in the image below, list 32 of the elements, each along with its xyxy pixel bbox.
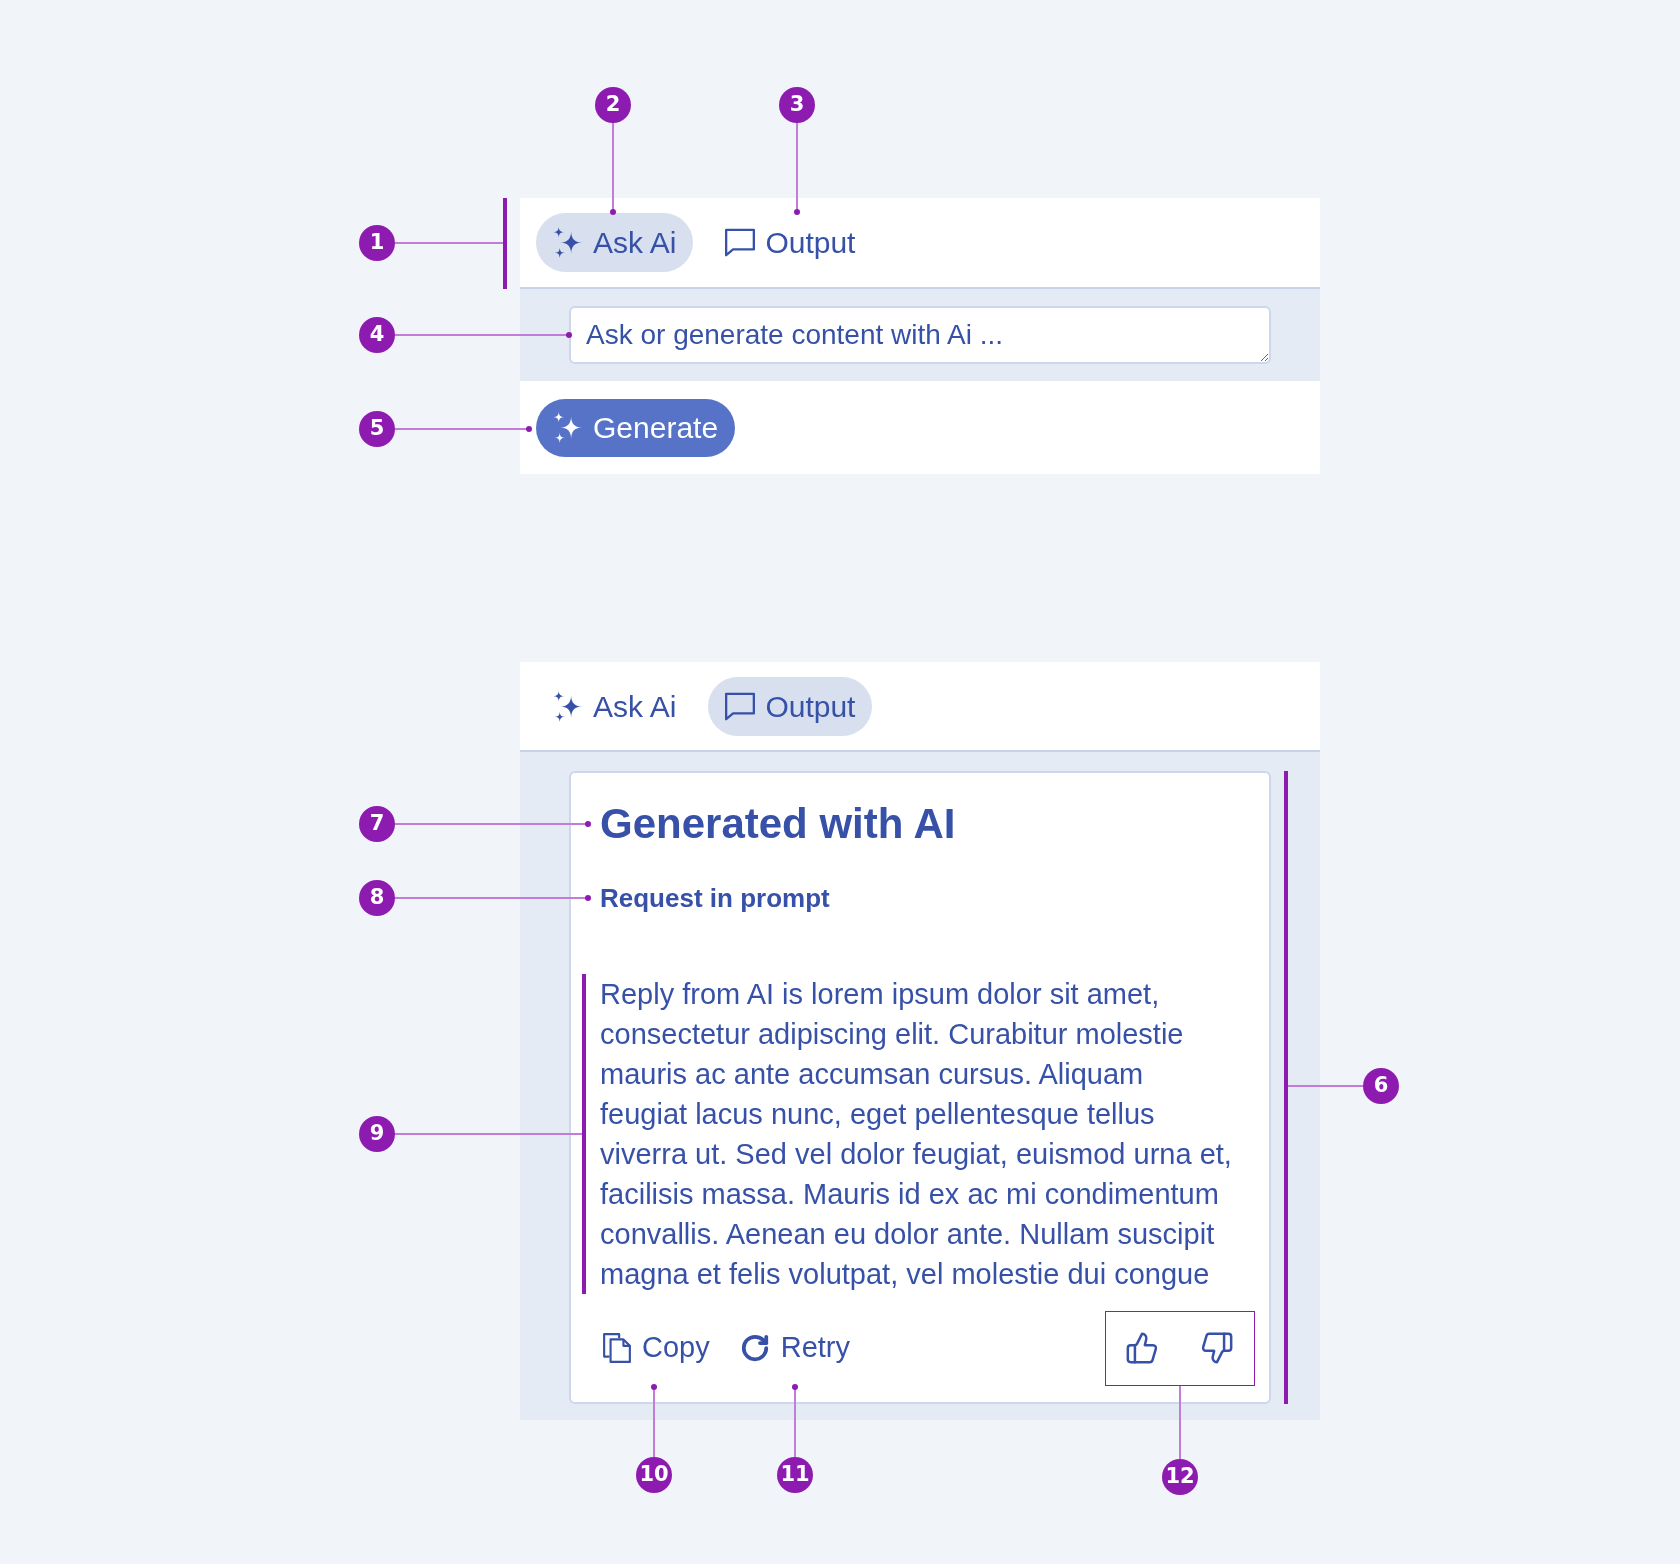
callout-marker: 10 [636, 1457, 672, 1493]
chat-bubble-icon [725, 227, 756, 258]
reply-text: Reply from AI is lorem ipsum dolor sit amet, consectetur adipiscing elit. Curabitur molestie mauris ac ante accumsan cursus. Aliquam feugiat lacus nunc, eget pellentesque tellus viverra ut. Sed vel dolor feugiat, euismod urna et, facilisis massa. Mauris id ex ac mi condimentum convallis. Aenean eu dolor ante. Nullam suscipit magna et felis volutpat, vel molestie dui congue [600, 977, 1232, 1292]
thumbs-up-icon [1125, 1331, 1159, 1365]
prompt-field[interactable]: Ask or generate content with Ai ... [569, 306, 1271, 364]
callout-marker: 5 [359, 411, 395, 447]
callout-marker: 4 [359, 317, 395, 353]
callout-marker: 6 [1363, 1068, 1399, 1104]
retry-button[interactable]: Retry [731, 1321, 858, 1375]
retry-icon [739, 1333, 770, 1363]
sparkle-icon [553, 227, 583, 258]
callout-marker: 1 [359, 225, 395, 261]
copy-button[interactable]: Copy [595, 1321, 718, 1375]
callout-marker: 12 [1162, 1459, 1198, 1495]
callout-marker: 2 [595, 87, 631, 123]
callout-marker: 7 [359, 806, 395, 842]
copy-icon [603, 1333, 631, 1363]
output-title: Generated with AI [600, 799, 956, 849]
sparkle-icon [553, 412, 583, 443]
tab[interactable]: Ask Ai [536, 213, 694, 272]
callout-marker: 11 [777, 1457, 813, 1493]
callout-marker: 3 [779, 87, 815, 123]
callout-marker: 8 [359, 880, 395, 916]
thumbs-down-icon [1200, 1331, 1234, 1365]
sparkle-icon [553, 690, 583, 722]
tab[interactable]: Output [708, 213, 873, 272]
tab[interactable]: Output [708, 676, 873, 736]
tab[interactable]: Ask Ai [536, 676, 694, 736]
prompt-heading: Request in prompt [600, 882, 830, 915]
chat-bubble-icon [725, 690, 756, 722]
generate-button[interactable]: Generate [536, 398, 736, 457]
callout-marker: 9 [359, 1116, 395, 1152]
